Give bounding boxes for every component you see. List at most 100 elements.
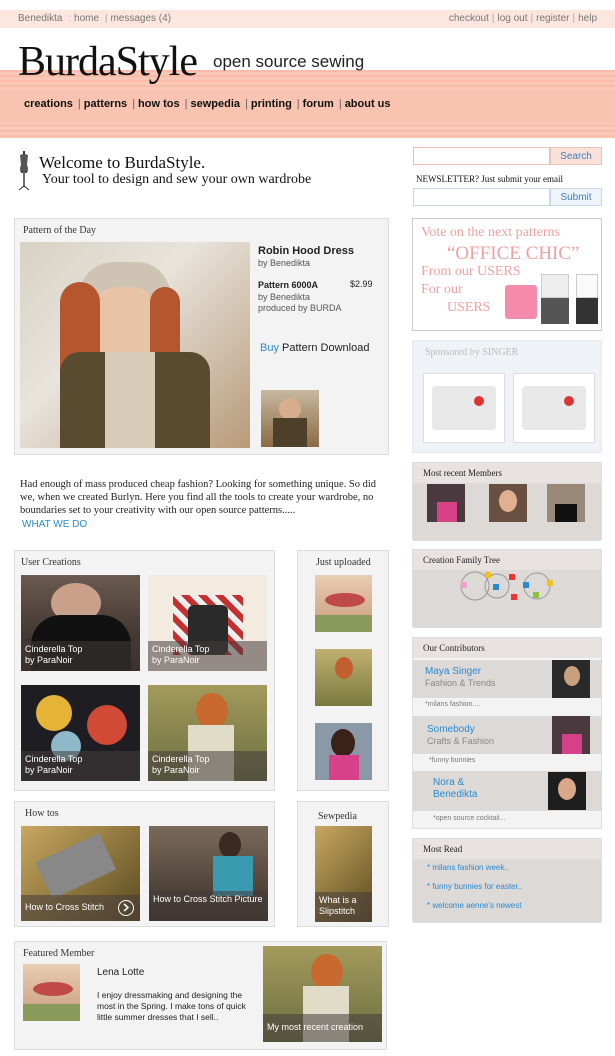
contributor-row[interactable]: Maya Singer Fashion & Trends xyxy=(413,660,601,698)
vote-line5: USERS xyxy=(447,300,491,315)
contributor-name[interactable]: Nora & xyxy=(433,777,464,788)
nav-creations[interactable]: creations xyxy=(24,98,73,110)
nav-printing[interactable]: printing xyxy=(251,98,292,110)
pattern-thumb[interactable] xyxy=(261,390,319,447)
contributor-note[interactable]: *funny bunnies xyxy=(429,757,475,764)
sewing-machine-image xyxy=(513,373,595,443)
creation-author: by ParaNoir xyxy=(152,655,200,665)
download-label[interactable]: Pattern Download xyxy=(282,342,369,354)
contributor-row[interactable]: Somebody Crafts & Fashion xyxy=(413,716,601,754)
outfit-image xyxy=(576,274,598,326)
just-uploaded-panel: Just uploaded xyxy=(297,550,389,791)
pattern-name[interactable]: Robin Hood Dress xyxy=(258,245,354,257)
pattern-of-day-panel: Pattern of the Day Robin Hood Dress by B… xyxy=(14,218,389,455)
most-read-item[interactable]: * milans fashion week.. xyxy=(427,863,509,872)
contributor-avatar[interactable] xyxy=(552,660,590,698)
howto-card[interactable]: How to Cross Stitch xyxy=(21,826,140,921)
intro-text: Had enough of mass produced cheap fashio… xyxy=(20,479,377,516)
contributor-avatar[interactable] xyxy=(548,772,586,810)
pattern-author: by Benedikta xyxy=(258,258,311,268)
most-read-item[interactable]: * welcome aenne's newest xyxy=(427,901,521,910)
nav-patterns[interactable]: patterns xyxy=(84,98,127,110)
help-link[interactable]: help xyxy=(578,13,597,24)
handbag-image xyxy=(505,285,537,319)
contributor-note[interactable]: *milans fashion.... xyxy=(425,701,480,708)
creation-card[interactable]: Cinderella Top by ParaNoir xyxy=(148,685,267,781)
featured-creation-label: My most recent creation xyxy=(267,1022,364,1032)
pattern-number: Pattern 6000A xyxy=(258,280,319,290)
contributor-avatar[interactable] xyxy=(552,716,590,754)
checkout-link[interactable]: checkout xyxy=(449,13,489,24)
contributor-note[interactable]: *open source cocktail... xyxy=(433,815,505,822)
just-uploaded-label: Just uploaded xyxy=(316,557,371,568)
welcome-title: Welcome to BurdaStyle. xyxy=(39,153,206,172)
creation-card[interactable]: Cinderella Top by ParaNoir xyxy=(21,685,140,781)
pattern-main-photo[interactable] xyxy=(20,242,250,448)
uploaded-thumb[interactable] xyxy=(315,649,372,706)
uploaded-thumb[interactable] xyxy=(315,723,372,780)
search-button[interactable]: Search xyxy=(550,147,602,165)
pattern-by: by Benedikta xyxy=(258,292,311,302)
tagline: open source sewing xyxy=(213,52,365,71)
creation-author: by ParaNoir xyxy=(152,765,200,775)
dress-form-icon xyxy=(17,151,31,191)
sponsor-box[interactable]: Sponsored by SINGER xyxy=(412,340,602,453)
contributor-name-2[interactable]: Benedikta xyxy=(433,789,477,800)
featured-member-panel: Featured Member Lena Lotte I enjoy dress… xyxy=(14,941,387,1050)
logout-link[interactable]: log out xyxy=(497,13,527,24)
contributor-name[interactable]: Maya Singer xyxy=(425,666,481,677)
nav-forum[interactable]: forum xyxy=(303,98,334,110)
messages-link[interactable]: messages (4) xyxy=(110,13,171,24)
family-tree-box[interactable]: Creation Family Tree xyxy=(412,549,602,628)
user-creations-panel: User Creations Cinderella Top by ParaNoir… xyxy=(14,550,275,791)
buy-label[interactable]: Buy xyxy=(260,342,279,354)
submit-button[interactable]: Submit xyxy=(550,188,602,206)
username-link[interactable]: Benedikta xyxy=(18,13,62,24)
contributors-label: Our Contributors xyxy=(413,638,601,658)
most-read-label: Most Read xyxy=(413,839,601,859)
member-avatar[interactable] xyxy=(547,484,585,522)
search-input[interactable] xyxy=(413,147,550,165)
sponsor-label: Sponsored by SINGER xyxy=(425,347,519,358)
nav-howtos[interactable]: how tos xyxy=(138,98,180,110)
featured-member-label: Featured Member xyxy=(23,948,95,959)
home-link[interactable]: home xyxy=(74,13,99,24)
what-we-do-link[interactable]: WHAT WE DO xyxy=(22,519,87,530)
most-read-item[interactable]: * funny bunnies for easter.. xyxy=(427,882,522,891)
creation-card[interactable]: Cinderella Top by ParaNoir xyxy=(148,575,267,671)
uploaded-thumb[interactable] xyxy=(315,575,372,632)
welcome-subtitle: Your tool to design and sew your own war… xyxy=(42,172,312,187)
contributor-row[interactable]: Nora & Benedikta xyxy=(413,771,601,811)
most-read-box: Most Read * milans fashion week.. * funn… xyxy=(412,838,602,923)
howto-card[interactable]: How to Cross Stitch Picture xyxy=(149,826,268,921)
outfit-image xyxy=(541,274,569,326)
family-tree-graphic xyxy=(460,571,553,601)
vote-banner[interactable]: Vote on the next patterns “OFFICE CHIC” … xyxy=(412,218,602,331)
member-avatar[interactable] xyxy=(489,484,527,522)
creation-card[interactable]: Cinderella Top by ParaNoir xyxy=(21,575,140,671)
sewpedia-panel: Sewpedia What is a Slipstitch xyxy=(297,801,389,927)
play-icon[interactable] xyxy=(118,900,134,916)
member-avatar[interactable] xyxy=(427,484,465,522)
user-creations-label: User Creations xyxy=(21,557,81,568)
howto-title: How to Cross Stitch Picture xyxy=(153,894,263,904)
newsletter-email-input[interactable] xyxy=(413,188,550,206)
creation-title: Cinderella Top xyxy=(152,754,210,764)
contributor-name[interactable]: Somebody xyxy=(427,724,475,735)
recent-members-box: Most recent Members xyxy=(412,462,602,541)
buy-pattern-link[interactable]: Buy Pattern Download xyxy=(260,342,369,354)
newsletter-label: NEWSLETTER? Just submit your email xyxy=(416,174,563,184)
nav-sewpedia[interactable]: sewpedia xyxy=(190,98,240,110)
howtos-panel: How tos How to Cross Stitch How to Cross… xyxy=(14,801,275,927)
nav-about[interactable]: about us xyxy=(345,98,391,110)
logo[interactable]: BurdaStyle xyxy=(18,38,198,86)
sewpedia-card[interactable]: What is a Slipstitch xyxy=(315,826,372,922)
featured-name[interactable]: Lena Lotte xyxy=(97,967,144,978)
top-bar: Benedikta : home | messages (4) checkout | l… xyxy=(0,10,615,28)
featured-creation[interactable]: My most recent creation xyxy=(263,946,382,1042)
contributor-role: Fashion & Trends xyxy=(425,678,496,688)
family-tree-label: Creation Family Tree xyxy=(413,550,601,570)
register-link[interactable]: register xyxy=(536,13,569,24)
featured-avatar[interactable] xyxy=(23,964,80,1021)
howtos-label: How tos xyxy=(25,808,59,819)
